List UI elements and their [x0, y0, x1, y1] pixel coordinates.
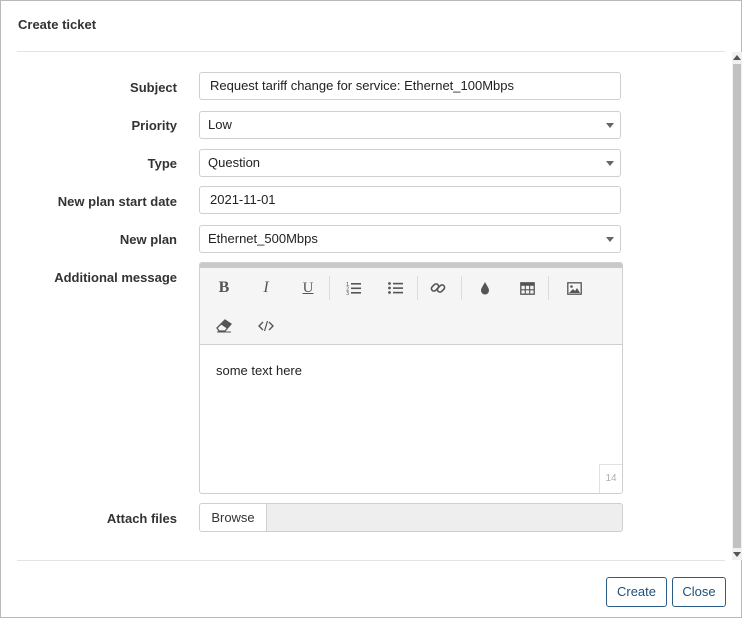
create-button[interactable]: Create: [606, 577, 667, 607]
scroll-up-icon[interactable]: [733, 55, 741, 60]
new-plan-select[interactable]: Ethernet_500Mbps: [199, 225, 621, 253]
underline-icon[interactable]: U: [295, 275, 321, 301]
priority-select[interactable]: Low: [199, 111, 621, 139]
svg-text:3: 3: [346, 291, 349, 295]
type-value: Question: [208, 155, 261, 170]
toolbar-separator: [417, 276, 418, 300]
type-label: Type: [147, 156, 177, 171]
char-counter: 14: [599, 464, 622, 493]
chevron-down-icon: [606, 123, 614, 128]
dialog-title: Create ticket: [18, 17, 97, 32]
bold-icon[interactable]: B: [211, 275, 237, 301]
image-icon[interactable]: [561, 275, 587, 301]
footer-divider: [17, 560, 725, 561]
unordered-list-icon[interactable]: [383, 275, 409, 301]
subject-input[interactable]: Request tariff change for service: Ether…: [199, 72, 621, 100]
attach-label: Attach files: [106, 511, 177, 526]
message-editor: B I U 1 2 3 some text here 14: [199, 262, 623, 494]
start-date-label: New plan start date: [57, 194, 177, 209]
header-divider: [17, 51, 725, 52]
priority-value: Low: [208, 117, 232, 132]
ordered-list-icon[interactable]: 1 2 3: [341, 275, 367, 301]
color-icon[interactable]: [472, 275, 498, 301]
toolbar-separator: [329, 276, 330, 300]
message-label: Additional message: [54, 270, 177, 285]
code-view-icon[interactable]: [253, 313, 279, 339]
create-ticket-dialog: Create ticket Subject Request tariff cha…: [0, 0, 742, 618]
priority-label: Priority: [131, 118, 177, 133]
new-plan-value: Ethernet_500Mbps: [208, 231, 318, 246]
toolbar-separator: [461, 276, 462, 300]
link-icon[interactable]: [425, 275, 451, 301]
chevron-down-icon: [606, 237, 614, 242]
message-textarea[interactable]: some text here: [216, 363, 302, 378]
toolbar-separator: [548, 276, 549, 300]
chevron-down-icon: [606, 161, 614, 166]
table-icon[interactable]: [514, 275, 540, 301]
type-select[interactable]: Question: [199, 149, 621, 177]
scrollbar-thumb[interactable]: [733, 64, 741, 548]
dialog-scrollbar[interactable]: [732, 52, 742, 560]
eraser-icon[interactable]: [211, 313, 237, 339]
close-button[interactable]: Close: [672, 577, 726, 607]
italic-icon[interactable]: I: [253, 275, 279, 301]
scroll-down-icon[interactable]: [733, 552, 741, 557]
subject-label: Subject: [130, 80, 177, 95]
start-date-input[interactable]: 2021-11-01: [199, 186, 621, 214]
new-plan-label: New plan: [119, 232, 177, 247]
attach-files-input[interactable]: Browse: [199, 503, 623, 532]
editor-toolbar: B I U 1 2 3: [200, 268, 622, 345]
browse-button[interactable]: Browse: [200, 504, 267, 531]
